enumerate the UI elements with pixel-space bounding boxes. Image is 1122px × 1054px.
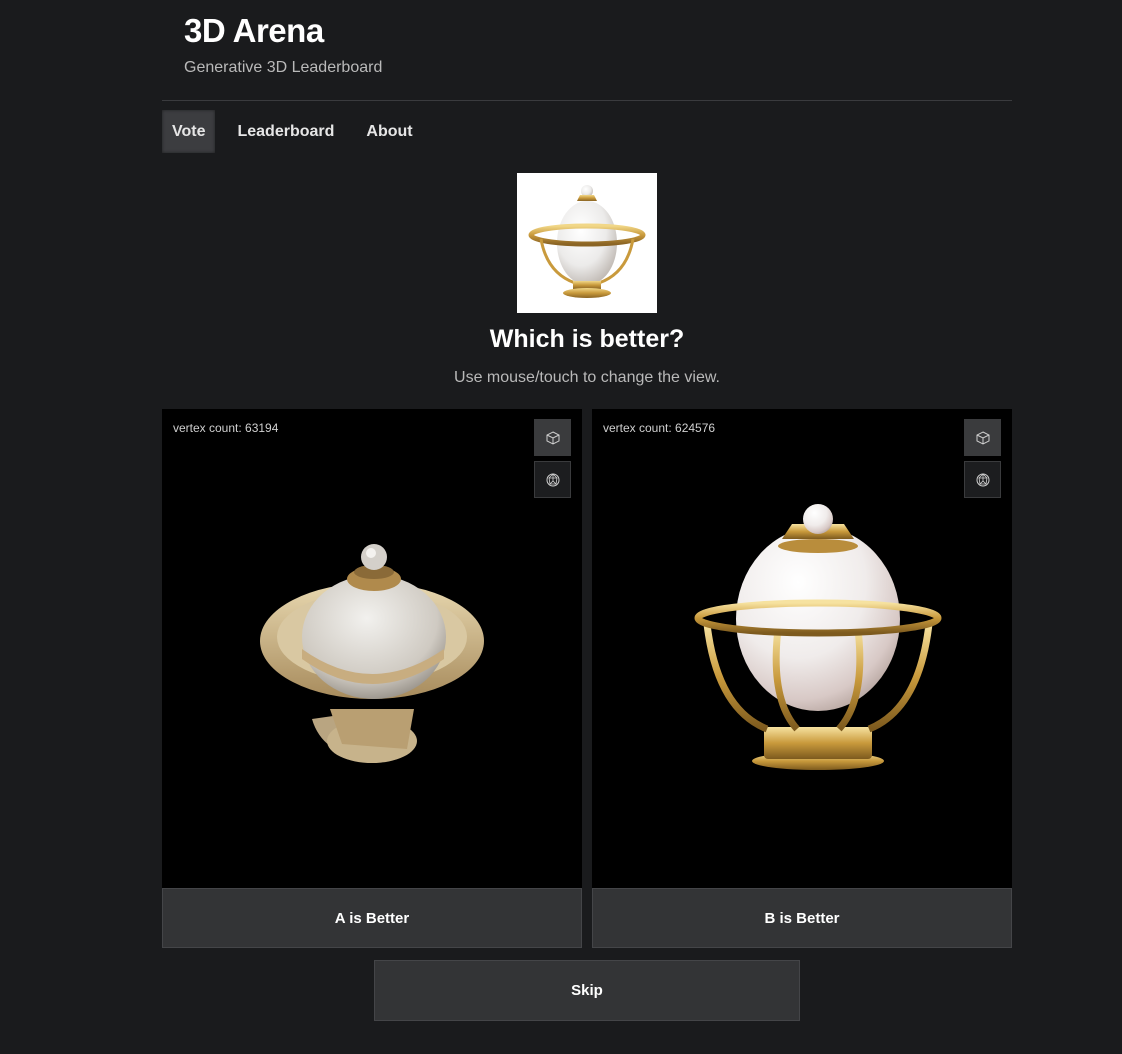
model-b-render [694,504,942,770]
view-hint: Use mouse/touch to change the view. [454,369,720,386]
question-heading: Which is better? [489,325,685,353]
tab-bar: Vote Leaderboard About [162,110,429,153]
tab-leaderboard[interactable]: Leaderboard [215,110,350,153]
header-divider [162,100,1012,101]
prompt-image [517,173,657,313]
vote-a-button[interactable]: A is Better [162,888,582,948]
model-a-render [260,544,484,763]
app-subtitle: Generative 3D Leaderboard [184,59,383,76]
page: 3D Arena Generative 3D Leaderboard Vote … [0,0,1122,1054]
app-title: 3D Arena [184,12,324,49]
model-b-viewer[interactable]: vertex count: 624576 [592,409,1012,888]
vote-b-button[interactable]: B is Better [592,888,1012,948]
tab-about[interactable]: About [350,110,428,153]
model-a-viewer[interactable]: vertex count: 63194 [162,409,582,888]
tab-vote[interactable]: Vote [162,110,216,153]
skip-button[interactable]: Skip [374,960,800,1021]
